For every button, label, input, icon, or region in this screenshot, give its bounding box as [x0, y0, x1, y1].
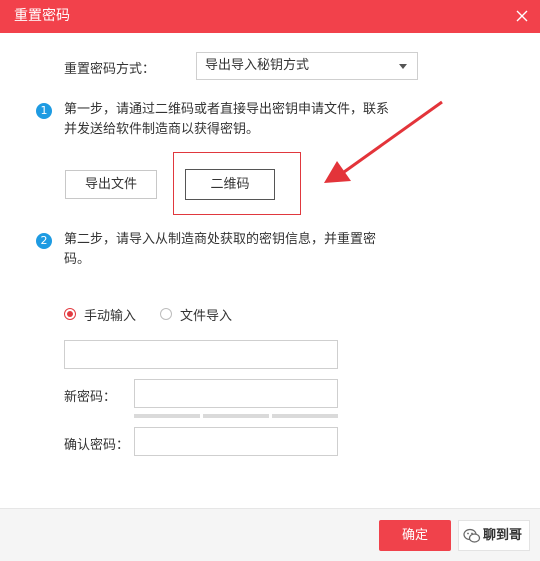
- password-strength-bar-medium: [203, 414, 269, 418]
- password-strength-bar-weak: [134, 414, 200, 418]
- radio-manual-label: 手动输入: [84, 309, 137, 324]
- step-2-text: 第二步，请导入从制造商处获取的密钥信息，并重置密 码。: [64, 230, 376, 270]
- radio-file-import[interactable]: [160, 308, 172, 320]
- arrow-icon: [324, 100, 443, 183]
- new-password-label: 新密码：: [64, 390, 117, 405]
- reset-password-dialog: 重置密码 重置密码方式： 导出导入秘钥方式 1 第一步，请通过二维码或者直接导出…: [0, 0, 540, 561]
- confirm-button[interactable]: 确定: [379, 520, 451, 551]
- radio-manual-input[interactable]: [64, 308, 76, 320]
- confirm-password-field[interactable]: [134, 427, 338, 456]
- new-password-field[interactable]: [134, 379, 338, 408]
- password-strength-bar-strong: [272, 414, 338, 418]
- manual-key-input[interactable]: [64, 340, 338, 369]
- watermark: 聊到哥: [458, 520, 530, 551]
- step-2-badge: 2: [36, 233, 52, 249]
- radio-file-label: 文件导入: [180, 309, 233, 324]
- step-2-line-2: 码。: [64, 252, 91, 267]
- step-2-line-1: 第二步，请导入从制造商处获取的密钥信息，并重置密: [64, 232, 377, 247]
- confirm-password-label: 确认密码：: [64, 438, 130, 453]
- watermark-text: 聊到哥: [483, 528, 523, 543]
- wechat-icon: [463, 528, 481, 543]
